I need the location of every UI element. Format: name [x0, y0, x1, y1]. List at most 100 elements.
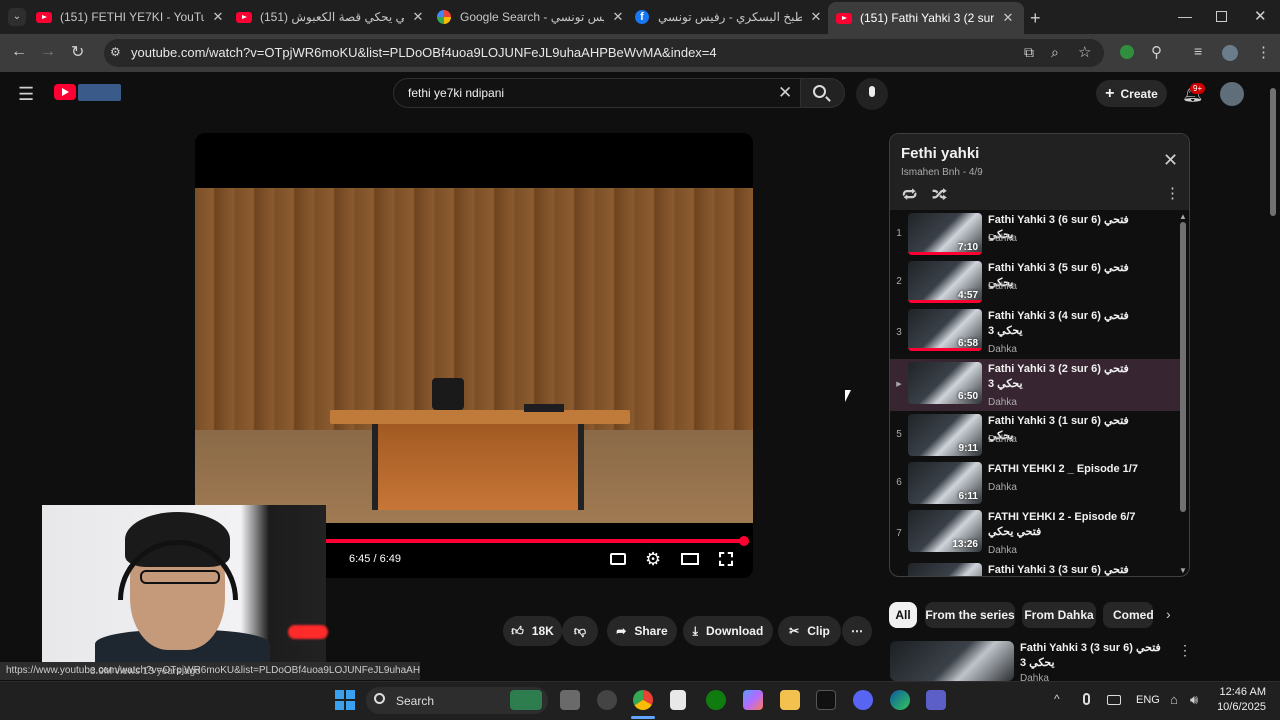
youtube-doodle-logo[interactable]	[78, 84, 121, 101]
shuffle-icon[interactable]: 🔀︎	[932, 184, 947, 206]
forward-icon[interactable]: →	[40, 43, 56, 61]
playlist-item[interactable]: 5 9:11 Fathi Yahki 3 (1 sur 6) فتحي يحكي…	[890, 411, 1180, 461]
close-tab-icon[interactable]: ✕	[1000, 10, 1016, 26]
dislike-button[interactable]: 👎︎	[562, 616, 598, 646]
more-actions-button[interactable]: ⋯	[842, 616, 872, 646]
share-button[interactable]: ➦ Share	[607, 616, 677, 646]
new-tab-icon[interactable]: +	[1030, 8, 1041, 29]
discord-icon[interactable]	[853, 690, 873, 710]
xbox-icon[interactable]	[706, 690, 726, 710]
tab-fathi-yahki-active[interactable]: (151) Fathi Yahki 3 (2 sur 6) 3 ... ✕	[828, 2, 1024, 34]
chrome-icon[interactable]	[633, 690, 653, 710]
recommended-title[interactable]: Fathi Yahki 3 (3 sur 6) فتحي يحكي 3	[1020, 641, 1170, 671]
scissors-icon: ✂	[789, 624, 800, 638]
tab-facebook[interactable]: f المطبخ البسكري - رفيس تونسي ✕	[634, 4, 824, 30]
chip-comedy[interactable]: Comedy	[1103, 602, 1153, 628]
scroll-down-icon[interactable]: ▼	[1179, 566, 1187, 575]
close-tab-icon[interactable]: ✕	[410, 9, 426, 25]
tab-search-icon[interactable]: ⌄	[8, 8, 26, 26]
close-window-icon[interactable]: ✕	[1254, 7, 1267, 25]
network-icon[interactable]: ⌂	[1170, 692, 1178, 707]
playlist-item-title: FATHI YEHKI 2 _ Episode 1/7	[988, 463, 1138, 475]
playlist-item[interactable]: 7 13:26 FATHI YEHKI 2 - Episode 6/7 فتحي…	[890, 507, 1180, 559]
copilot-icon[interactable]	[597, 690, 617, 710]
playlist-item-channel: Dahka	[988, 344, 1017, 355]
theater-mode-icon[interactable]	[681, 553, 699, 565]
youtube-logo-icon[interactable]	[54, 84, 76, 100]
clock-time[interactable]: 12:46 AM	[1210, 686, 1266, 698]
recommended-menu-icon[interactable]: ⋮	[1178, 642, 1192, 659]
loop-icon[interactable]: 🔁︎	[902, 184, 917, 206]
tab-kaabouch[interactable]: (151) فتحي يحكي قصة الكعبوش ✕	[236, 4, 426, 30]
like-button[interactable]: 👍︎ 18K	[503, 616, 562, 646]
keyboard-icon[interactable]	[1107, 695, 1121, 705]
volume-icon[interactable]: 🔊︎	[1190, 692, 1198, 708]
zoom-icon[interactable]: ⌕	[1051, 44, 1059, 61]
close-tab-icon[interactable]: ✕	[210, 9, 226, 25]
clock-date[interactable]: 10/6/2025	[1210, 701, 1266, 713]
minimize-icon[interactable]: —	[1178, 8, 1192, 24]
profile-avatar[interactable]	[1222, 45, 1238, 61]
settings-gear-icon[interactable]: ⚙	[645, 549, 661, 570]
playlist-scrollbar[interactable]	[1180, 222, 1186, 512]
browser-menu-icon[interactable]: ⋮	[1256, 43, 1271, 61]
chip-all[interactable]: All	[889, 602, 917, 628]
epic-games-icon[interactable]	[816, 690, 836, 710]
bookmark-star-icon[interactable]: ☆	[1078, 43, 1091, 61]
url-text[interactable]: youtube.com/watch?v=OTpjWR6moKU&list=PLD…	[131, 45, 717, 60]
file-icon[interactable]	[670, 690, 686, 710]
chevron-right-icon[interactable]: ›	[1166, 606, 1171, 622]
close-playlist-icon[interactable]: ✕	[1163, 150, 1178, 171]
playlist-item[interactable]: 6 6:11 FATHI YEHKI 2 _ Episode 1/7 Dahka	[890, 459, 1180, 509]
extension-icon[interactable]	[1120, 45, 1134, 59]
search-input[interactable]	[408, 84, 768, 102]
playlist-menu-icon[interactable]: ⋮	[1165, 184, 1180, 202]
playlist-item[interactable]: 2 4:57 Fathi Yahki 3 (5 sur 6) فتحي يحكي…	[890, 258, 1180, 308]
subtitles-icon[interactable]	[610, 553, 626, 565]
task-view-icon[interactable]	[560, 690, 580, 710]
media-control-icon[interactable]: ≡	[1194, 43, 1202, 59]
teams-icon[interactable]	[926, 690, 946, 710]
search-highlight-icon	[510, 690, 542, 710]
tab-fethi-ye7ki[interactable]: (151) FETHI YE7KI - YouTube ✕	[36, 4, 226, 30]
recommended-thumbnail[interactable]	[890, 641, 1014, 681]
video-desk-top	[330, 410, 630, 424]
file-explorer-icon[interactable]	[780, 690, 800, 710]
office-icon[interactable]	[743, 690, 763, 710]
clear-search-icon[interactable]: ✕	[778, 83, 792, 103]
hamburger-menu-icon[interactable]: ☰	[18, 84, 34, 105]
close-tab-icon[interactable]: ✕	[610, 9, 626, 25]
install-app-icon[interactable]: ⧉	[1024, 44, 1034, 61]
download-button[interactable]: ⤓ Download	[683, 616, 773, 646]
reload-icon[interactable]: ↻	[71, 42, 84, 62]
site-info-icon[interactable]: ⚙	[110, 45, 121, 59]
maximize-icon[interactable]	[1216, 11, 1227, 22]
clip-button[interactable]: ✂ Clip	[778, 616, 841, 646]
video-scrubber-handle[interactable]	[738, 536, 749, 546]
page-scrollbar[interactable]	[1270, 88, 1276, 216]
scroll-up-icon[interactable]: ▲	[1179, 212, 1187, 221]
extensions-puzzle-icon[interactable]: ⚲	[1151, 43, 1162, 61]
fullscreen-icon[interactable]	[719, 552, 733, 566]
edge-icon[interactable]	[890, 690, 910, 710]
windows-start-icon[interactable]	[335, 690, 355, 710]
language-indicator[interactable]: ENG	[1136, 694, 1160, 706]
chip-from-the-series[interactable]: From the series	[925, 602, 1015, 628]
playlist-item[interactable]: 3 6:58 Fathi Yahki 3 (4 sur 6) فتحي يحكي…	[890, 306, 1180, 358]
playlist-item-current[interactable]: ▶ 6:50 Fathi Yahki 3 (2 sur 6) فتحي يحكي…	[890, 359, 1180, 411]
share-icon: ➦	[616, 624, 627, 638]
chip-from-dahka[interactable]: From Dahka	[1022, 602, 1096, 628]
show-hidden-icons-chevron[interactable]: ^	[1054, 692, 1060, 706]
back-icon[interactable]: ←	[11, 43, 27, 61]
webcam-red-light	[288, 625, 328, 639]
create-button[interactable]: + Create	[1096, 80, 1167, 107]
close-tab-icon[interactable]: ✕	[808, 9, 824, 25]
playlist-subtitle[interactable]: Ismahen Bnh - 4/9	[901, 167, 983, 178]
playlist-title[interactable]: Fethi yahki	[901, 145, 979, 162]
account-avatar[interactable]	[1220, 82, 1244, 106]
playlist-item[interactable]: Fathi Yahki 3 (3 sur 6) فتحي يحكي	[890, 560, 1180, 576]
microphone-icon[interactable]	[1083, 693, 1090, 705]
tab-google-search[interactable]: Google Search - رفيس تونسي ✕	[436, 4, 626, 30]
playlist-item[interactable]: 1 7:10 Fathi Yahki 3 (6 sur 6) فتحي يحكي…	[890, 210, 1180, 260]
watched-bar	[908, 300, 982, 303]
